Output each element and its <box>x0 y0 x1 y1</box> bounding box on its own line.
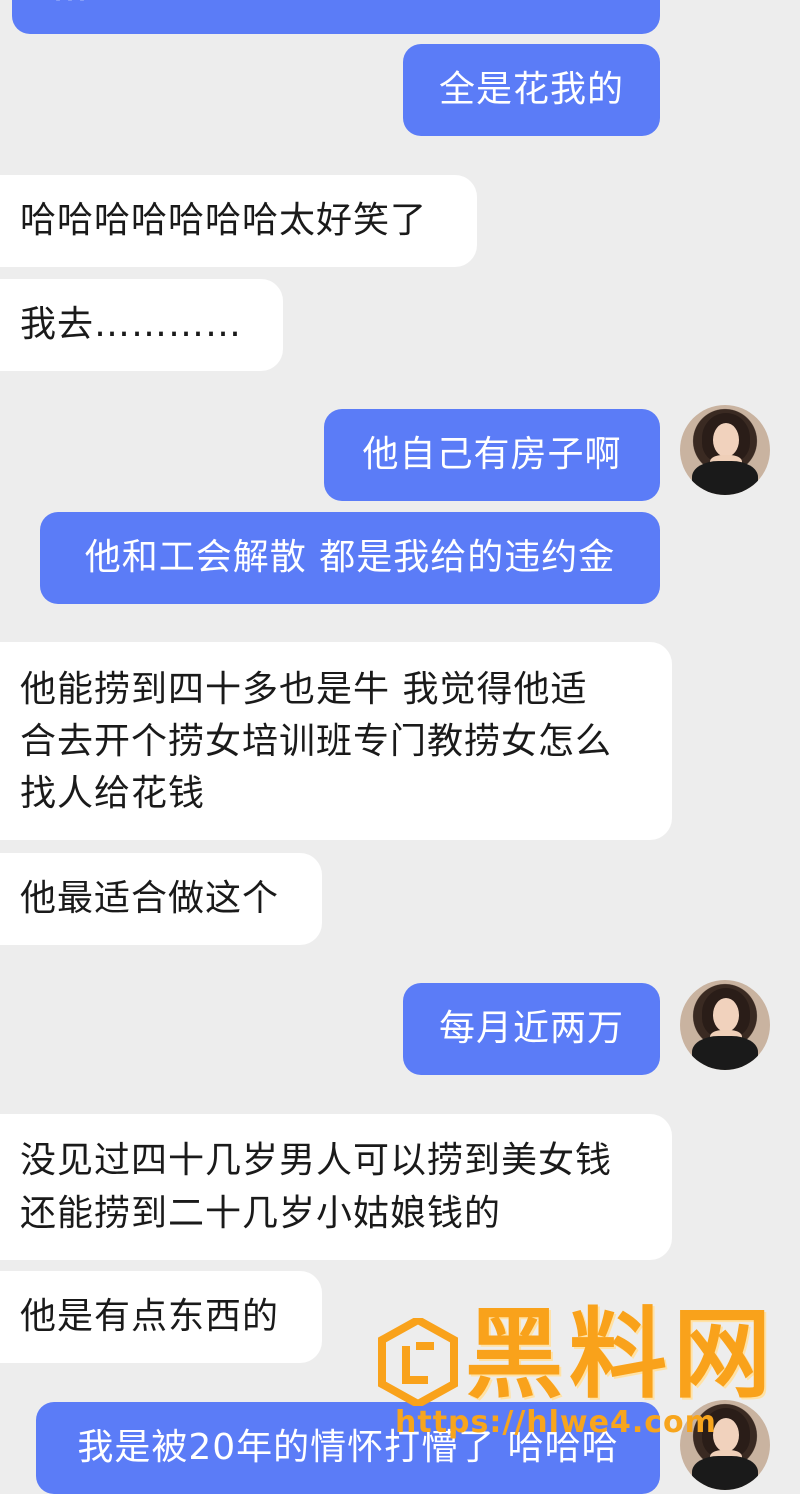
message-text-line: 没见过四十几岁男人可以捞到美女钱 <box>20 1140 613 1181</box>
message-bubble-outgoing[interactable]: … <box>12 0 660 34</box>
message-bubble-outgoing[interactable]: 每月近两万 <box>403 983 660 1075</box>
watermark-url: https://hlwe4.com <box>395 1405 717 1440</box>
message-bubble-outgoing[interactable]: 他和工会解散 都是我给的违约金 <box>40 512 660 604</box>
message-text: 每月近两万 <box>438 1008 624 1049</box>
message-bubble-outgoing[interactable]: 他自己有房子啊 <box>324 409 660 501</box>
message-bubble-outgoing[interactable]: 全是花我的 <box>403 44 660 136</box>
message-text: … <box>52 0 89 10</box>
message-text: 哈哈哈哈哈哈哈太好笑了 <box>20 200 428 241</box>
message-text-line: 他能捞到四十多也是牛 我觉得他适 <box>20 669 588 710</box>
message-bubble-incoming[interactable]: 他最适合做这个 <box>0 853 322 945</box>
message-bubble-incoming[interactable]: 我去………… <box>0 279 283 371</box>
message-text-line: 找人给花钱 <box>20 773 206 814</box>
message-bubble-incoming[interactable]: 他是有点东西的 <box>0 1271 322 1363</box>
message-text-line: 合去开个捞女培训班专门教捞女怎么 <box>20 721 613 762</box>
message-text: 他最适合做这个 <box>20 878 280 919</box>
message-bubble-incoming[interactable]: 没见过四十几岁男人可以捞到美女钱 还能捞到二十几岁小姑娘钱的 <box>0 1114 672 1260</box>
message-text: 全是花我的 <box>438 69 624 110</box>
user-avatar[interactable] <box>680 405 770 495</box>
message-text: 我去………… <box>20 304 243 345</box>
message-text: 他和工会解散 都是我给的违约金 <box>84 537 616 578</box>
message-text-line: 还能捞到二十几岁小姑娘钱的 <box>20 1193 502 1234</box>
user-avatar[interactable] <box>680 980 770 1070</box>
watermark-title: 黑料网 <box>465 1298 778 1412</box>
watermark-logo-icon <box>378 1318 458 1406</box>
message-text: 他自己有房子啊 <box>362 434 622 475</box>
message-text: 他是有点东西的 <box>20 1296 280 1337</box>
message-bubble-incoming[interactable]: 他能捞到四十多也是牛 我觉得他适 合去开个捞女培训班专门教捞女怎么 找人给花钱 <box>0 642 672 840</box>
message-bubble-incoming[interactable]: 哈哈哈哈哈哈哈太好笑了 <box>0 175 477 267</box>
